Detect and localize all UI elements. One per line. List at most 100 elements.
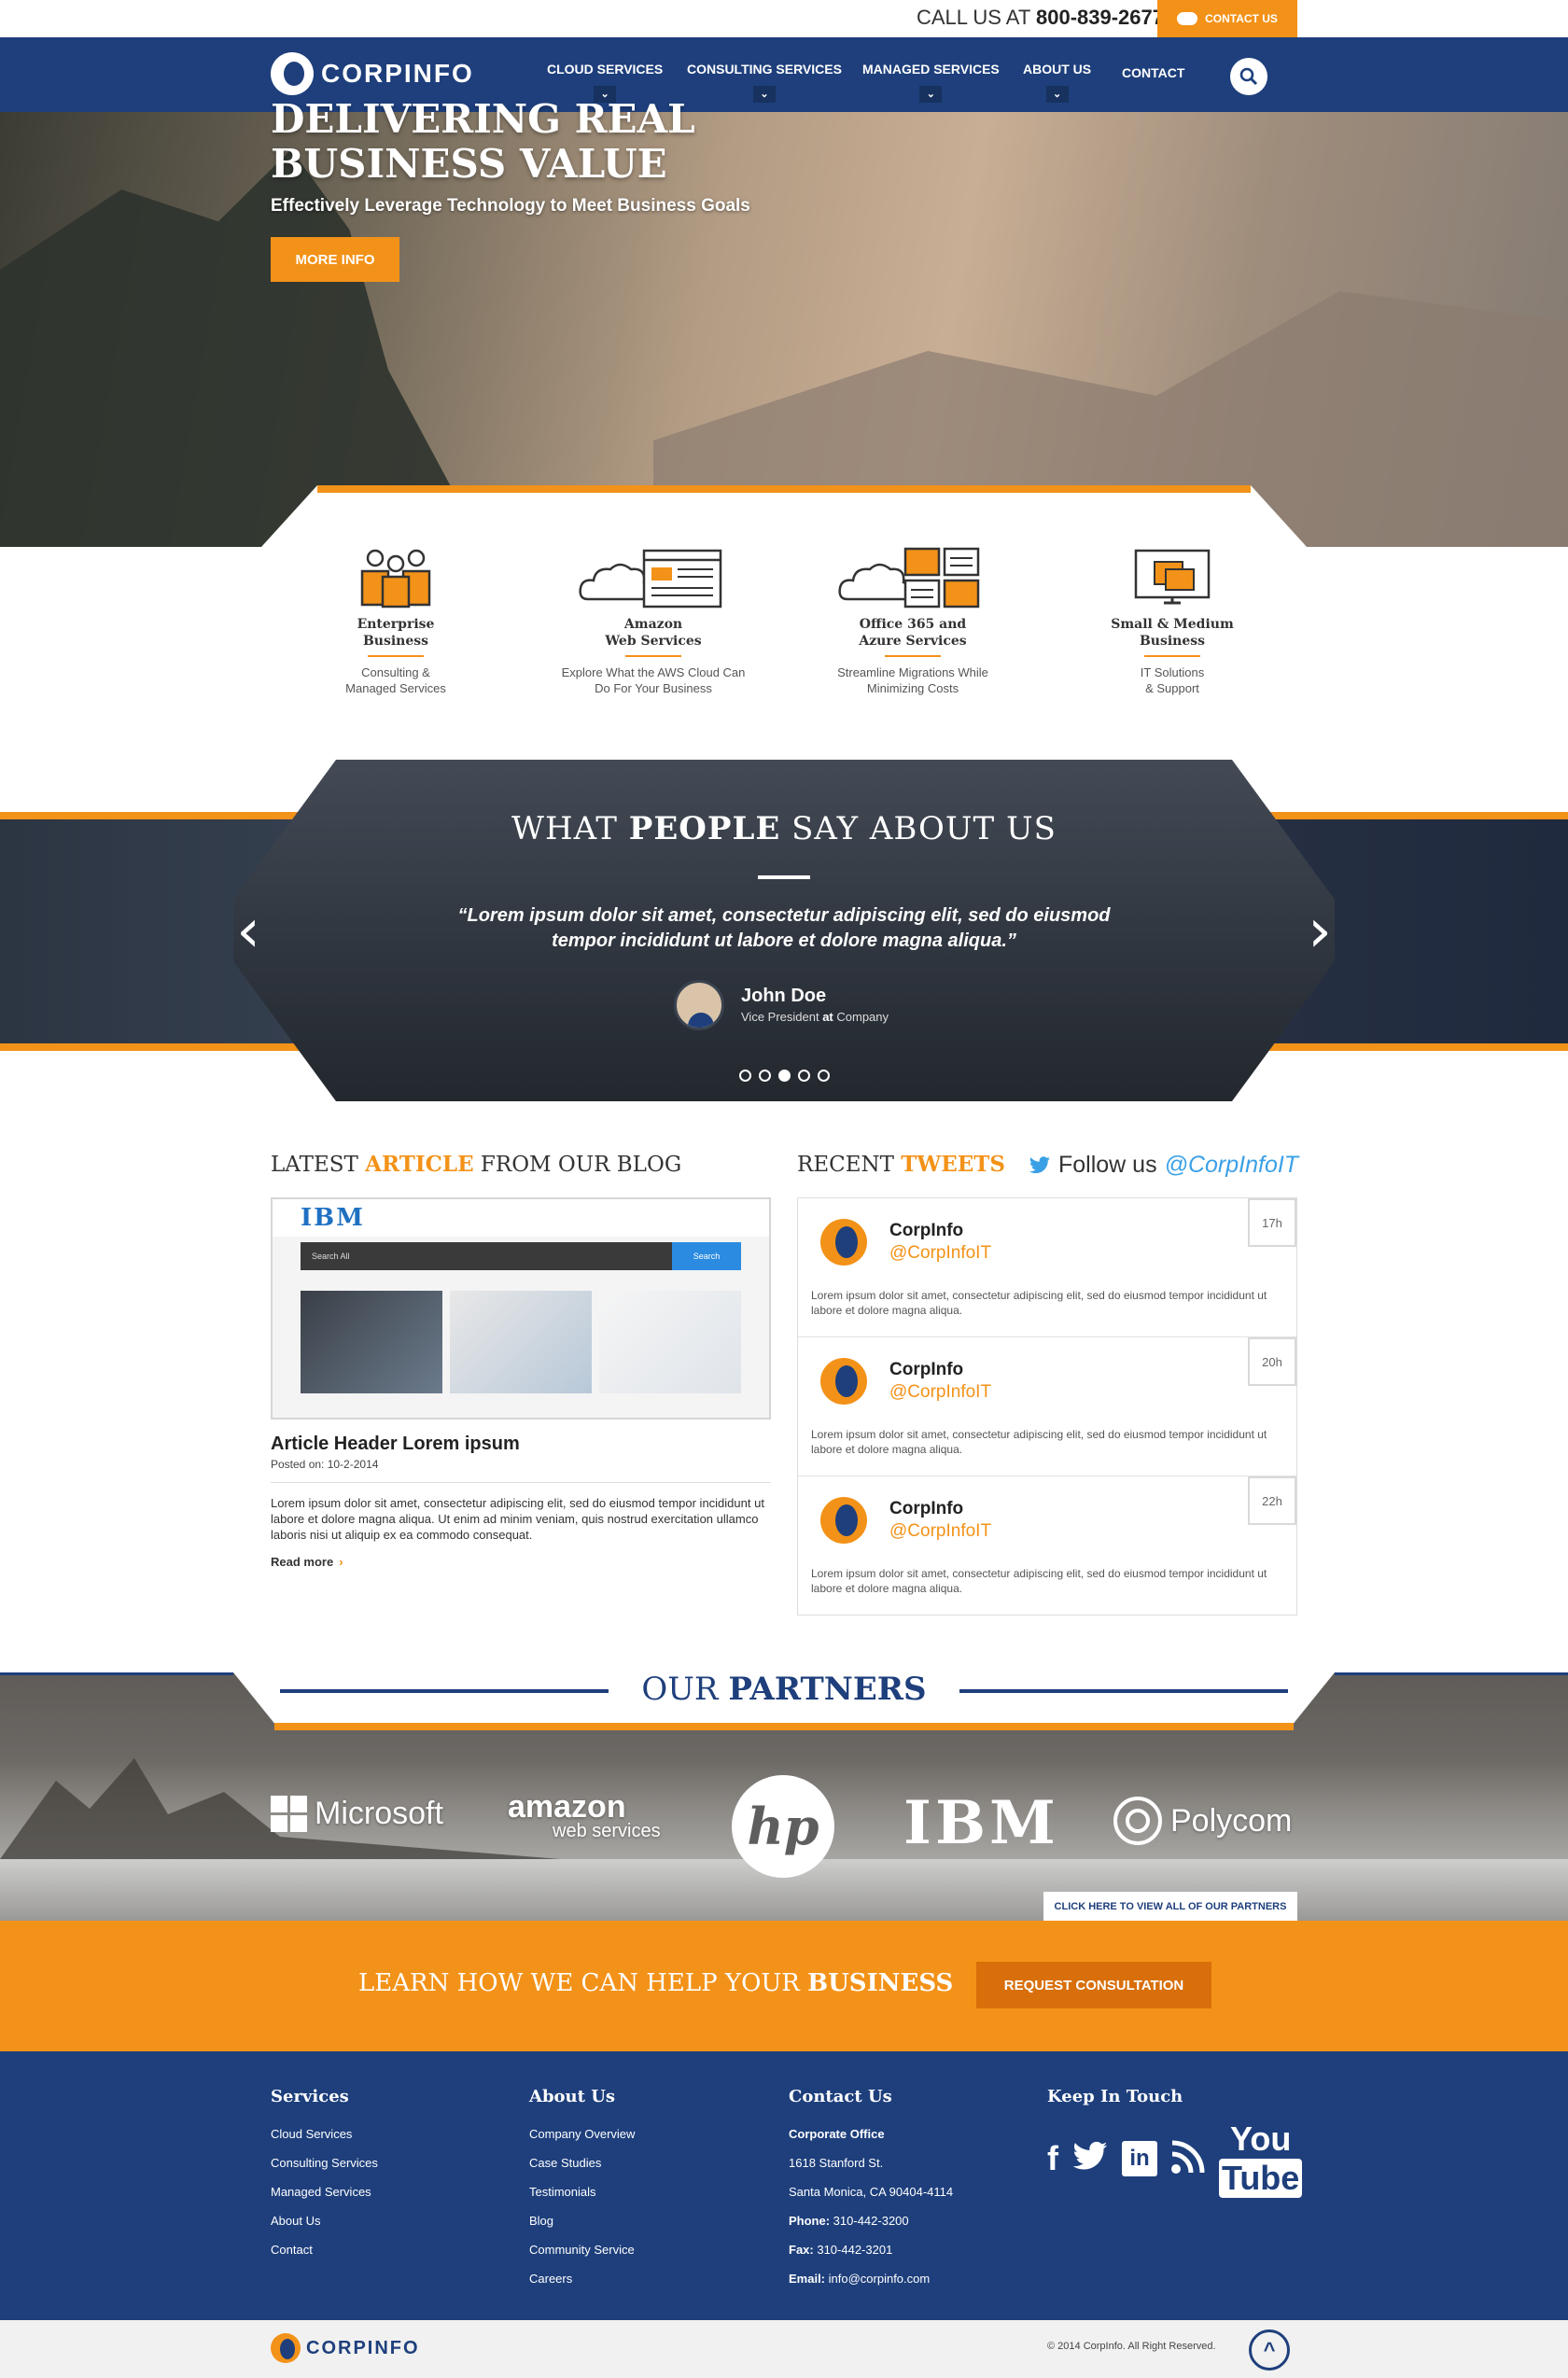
view-all-partners-button[interactable]: CLICK HERE TO VIEW ALL OF OUR PARTNERS xyxy=(1043,1892,1297,1921)
service-title: Azure Services xyxy=(859,634,967,649)
contact-us-button[interactable]: CONTACT US xyxy=(1157,0,1297,37)
testimonial-author-name: John Doe xyxy=(741,986,827,1006)
footer xyxy=(0,2051,1568,2320)
footer-logo[interactable]: CORPINFO xyxy=(271,2333,420,2363)
service-title: Business xyxy=(362,634,429,649)
footer-contact-column: Contact Us Corporate Office 1618 Stanfor… xyxy=(789,2087,953,2293)
testimonial-title: WHAT PEOPLE SAY ABOUT US xyxy=(0,810,1568,847)
facebook-icon[interactable]: f xyxy=(1047,2139,1058,2178)
carousel-dot[interactable] xyxy=(759,1070,771,1082)
carousel-dot[interactable] xyxy=(818,1070,830,1082)
nav-about-us[interactable]: ABOUT US ⌄ xyxy=(1023,62,1091,103)
title-part: LATEST xyxy=(271,1153,366,1177)
partner-microsoft-logo[interactable]: Microsoft xyxy=(271,1796,443,1832)
service-divider xyxy=(885,655,941,657)
services-accent-bar xyxy=(317,485,1251,493)
tweet-item[interactable]: CorpInfo @CorpInfoIT Lorem ipsum dolor s… xyxy=(798,1337,1296,1476)
footer-link[interactable]: Company Overview xyxy=(529,2127,635,2141)
title-part: SAY ABOUT US xyxy=(780,810,1057,847)
carousel-prev-button[interactable]: ‹ xyxy=(228,898,269,965)
chat-bubble-icon xyxy=(1177,12,1198,25)
tweet-text: Lorem ipsum dolor sit amet, consectetur … xyxy=(811,1428,1267,1456)
title-part: RECENT xyxy=(797,1153,902,1177)
chevron-down-icon[interactable]: ⌄ xyxy=(919,86,943,103)
carousel-next-button[interactable]: › xyxy=(1299,898,1340,965)
nav-consulting-services[interactable]: CONSULTING SERVICES ⌄ xyxy=(687,62,842,103)
role-part: at xyxy=(822,1010,833,1024)
tweet-author-handle[interactable]: @CorpInfoIT xyxy=(889,1521,991,1542)
contact-office-label: Corporate Office xyxy=(789,2127,885,2141)
partner-ibm-logo[interactable]: IBM xyxy=(903,1788,1059,1858)
request-consultation-button[interactable]: REQUEST CONSULTATION xyxy=(976,1962,1211,2008)
chevron-left-icon: ‹ xyxy=(236,897,260,966)
footer-link[interactable]: Careers xyxy=(529,2272,572,2286)
service-smb[interactable]: Small & Medium Business IT Solutions & Sup… xyxy=(1070,541,1275,696)
footer-link[interactable]: Contact xyxy=(271,2243,313,2257)
service-description: Explore What the AWS Cloud Can xyxy=(561,665,746,679)
carousel-dot[interactable] xyxy=(739,1070,751,1082)
tweet-author-handle[interactable]: @CorpInfoIT xyxy=(889,1243,991,1264)
linkedin-icon[interactable]: in xyxy=(1122,2141,1157,2176)
partner-aws-logo[interactable]: amazon web services xyxy=(508,1791,661,1840)
nav-label: CONTACT xyxy=(1122,65,1185,80)
service-description: Minimizing Costs xyxy=(866,681,959,695)
footer-link[interactable]: Case Studies xyxy=(529,2156,601,2170)
contact-street: 1618 Stanford St. xyxy=(789,2156,884,2170)
service-enterprise[interactable]: Enterprise Business Consulting & Managed S… xyxy=(293,541,498,696)
chevron-down-icon[interactable]: ⌄ xyxy=(1045,86,1069,103)
footer-link[interactable]: Managed Services xyxy=(271,2185,371,2199)
rss-icon[interactable] xyxy=(1170,2139,1206,2179)
chevron-down-icon[interactable]: ⌄ xyxy=(752,86,776,103)
service-description: Managed Services xyxy=(345,681,446,695)
contact-city: Santa Monica, CA 90404-4114 xyxy=(789,2185,954,2199)
footer-link[interactable]: Testimonials xyxy=(529,2185,596,2199)
corpinfo-logo[interactable]: CORPINFO xyxy=(271,52,474,95)
title-part: TWEETS xyxy=(901,1152,1006,1177)
contact-phone[interactable]: 310-442-3200 xyxy=(830,2214,909,2228)
footer-link[interactable]: Blog xyxy=(529,2214,553,2228)
service-office365-azure[interactable]: Office 365 and Azure Services Streamline … xyxy=(810,541,1015,696)
footer-link[interactable]: Community Service xyxy=(529,2243,635,2257)
tweet-item[interactable]: CorpInfo @CorpInfoIT Lorem ipsum dolor s… xyxy=(798,1198,1296,1337)
quote-line: tempor incididunt ut labore et dolore ma… xyxy=(552,930,1016,951)
chevron-up-icon: ^ xyxy=(1263,2338,1276,2361)
partner-name: Polycom xyxy=(1170,1802,1293,1839)
footer-link[interactable]: Cloud Services xyxy=(271,2127,352,2141)
service-divider xyxy=(1144,655,1200,657)
youtube-icon[interactable]: You Tube xyxy=(1219,2119,1303,2198)
tweet-author-name: CorpInfo xyxy=(889,1499,964,1518)
service-aws[interactable]: Amazon Web Services Explore What the AWS … xyxy=(551,541,756,696)
footer-link[interactable]: About Us xyxy=(271,2214,320,2228)
blog-article-header[interactable]: Article Header Lorem ipsum xyxy=(271,1434,520,1455)
follow-us-link[interactable]: Follow us @CorpInfoIT xyxy=(1029,1152,1298,1179)
tweet-text: Lorem ipsum dolor sit amet, consectetur … xyxy=(811,1567,1267,1595)
partner-hp-logo[interactable]: hp xyxy=(732,1775,834,1878)
partners-title: OUR PARTNERS xyxy=(0,1671,1568,1708)
testimonial-quote: “Lorem ipsum dolor sit amet, consectetur… xyxy=(411,903,1157,954)
carousel-dot[interactable] xyxy=(798,1070,810,1082)
nav-contact[interactable]: CONTACT xyxy=(1122,65,1184,80)
more-info-button[interactable]: MORE INFO xyxy=(271,237,399,282)
carousel-dot[interactable] xyxy=(778,1070,791,1082)
chevron-right-icon: › xyxy=(1308,897,1332,966)
tweet-item[interactable]: CorpInfo @CorpInfoIT Lorem ipsum dolor s… xyxy=(798,1476,1296,1616)
tweet-time-badge: 22h xyxy=(1248,1476,1296,1525)
contact-email[interactable]: info@corpinfo.com xyxy=(825,2272,931,2286)
back-to-top-button[interactable]: ^ xyxy=(1249,2329,1290,2371)
tweet-avatar xyxy=(820,1358,867,1405)
twitter-icon[interactable] xyxy=(1071,2141,1109,2177)
nav-managed-services[interactable]: MANAGED SERVICES ⌄ xyxy=(862,62,1000,103)
phone-number[interactable]: 800-839-2677 xyxy=(1036,6,1164,29)
blog-article-image[interactable]: IBM Search All Search xyxy=(271,1197,771,1420)
image-search-bar: Search All Search xyxy=(301,1242,741,1270)
partners-accent-bar xyxy=(274,1723,1294,1730)
tweet-author-handle[interactable]: @CorpInfoIT xyxy=(889,1382,991,1403)
read-more-link[interactable]: Read more › xyxy=(271,1555,343,1569)
title-part: OUR xyxy=(641,1671,729,1708)
service-title: Small & Medium xyxy=(1111,617,1234,632)
tweet-author-name: CorpInfo xyxy=(889,1221,964,1240)
tweets-section-title: RECENT TWEETS xyxy=(797,1152,1005,1177)
partner-polycom-logo[interactable]: Polycom xyxy=(1113,1796,1292,1846)
search-button[interactable] xyxy=(1230,58,1267,95)
footer-link[interactable]: Consulting Services xyxy=(271,2156,378,2170)
